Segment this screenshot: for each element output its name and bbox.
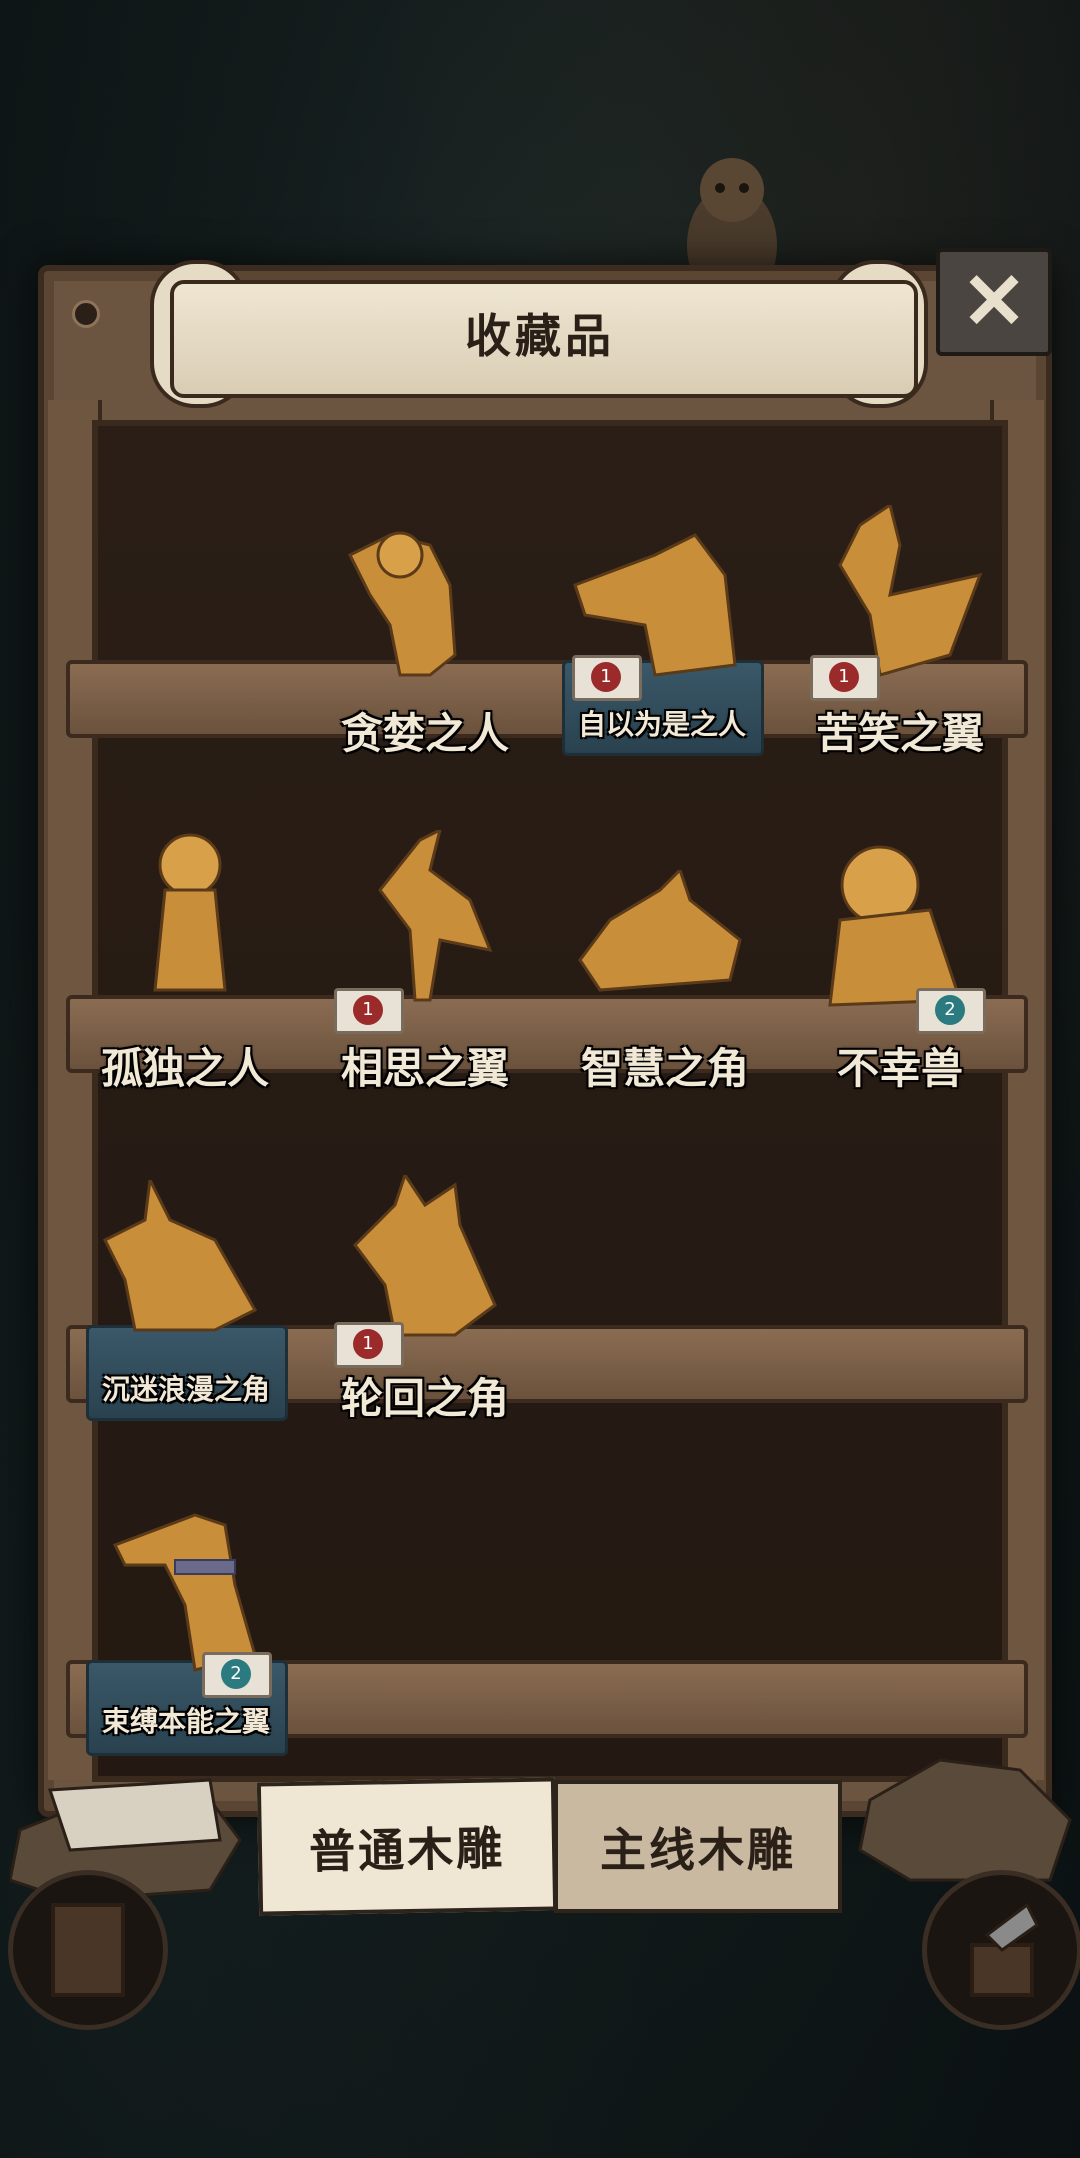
carving-romance-horn[interactable] [95, 1180, 265, 1340]
item-label: 束缚本能之翼 [101, 1705, 270, 1738]
carving-bitter-wing[interactable] [830, 505, 990, 680]
carving-wisdom-horn[interactable] [570, 870, 750, 1000]
count-badge: 1 [572, 655, 642, 701]
item-label: 智慧之角 [580, 1044, 749, 1093]
item-label: 相思之翼 [340, 1044, 509, 1093]
item-label: 贪婪之人 [340, 709, 509, 758]
tab-main-carvings[interactable]: 主线木雕 [554, 1780, 842, 1913]
carving-reincarnation-horn[interactable] [345, 1175, 505, 1345]
carving-unlucky-beast[interactable] [820, 840, 970, 1010]
count-badge: 2 [202, 1652, 272, 1698]
count-badge: 1 [810, 655, 880, 701]
carving-bound-instinct-wing[interactable] [105, 1505, 265, 1675]
count-badge: 1 [334, 988, 404, 1034]
nail-icon [72, 300, 100, 328]
item-label: 自以为是之人 [577, 708, 746, 741]
item-label: 苦笑之翼 [815, 709, 984, 758]
carving-longing-wing[interactable] [360, 830, 500, 1010]
carving-lonely-man[interactable] [140, 830, 240, 1010]
rocks-decoration [858, 1758, 1072, 1882]
axe-button[interactable] [922, 1870, 1080, 2030]
carving-greedy-man[interactable] [330, 515, 490, 680]
item-label: 孤独之人 [100, 1044, 269, 1093]
item-label: 沉迷浪漫之角 [101, 1373, 270, 1406]
tab-normal-carvings[interactable]: 普通木雕 [256, 1777, 558, 1916]
door-icon [51, 1903, 125, 1997]
close-x-icon: ✕ [961, 256, 1027, 347]
count-badge: 1 [334, 1322, 404, 1368]
page-title: 收藏品 [465, 309, 615, 363]
count-badge: 2 [916, 988, 986, 1034]
door-button[interactable] [8, 1870, 168, 2030]
item-label: 不幸兽 [836, 1044, 963, 1093]
close-button[interactable]: ✕ [936, 248, 1052, 356]
axe-icon [970, 1902, 1039, 1997]
item-label: 轮回之角 [340, 1374, 509, 1423]
